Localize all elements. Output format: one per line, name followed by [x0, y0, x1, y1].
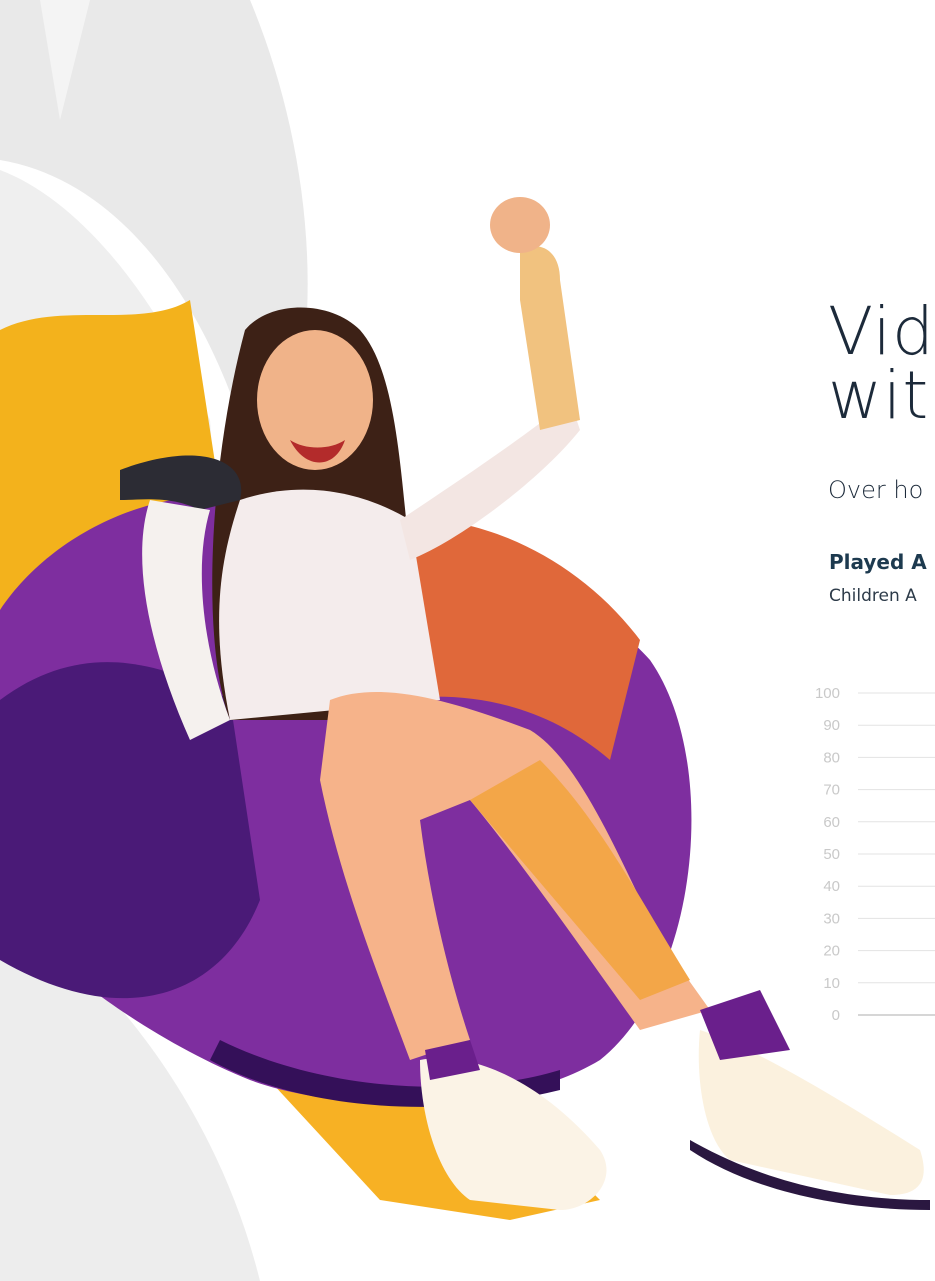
- title-line-1: Vide: [828, 293, 935, 370]
- y-tick-label: 40: [823, 878, 840, 895]
- y-tick-label: 90: [823, 717, 840, 734]
- hero-illustration: [0, 0, 930, 1281]
- title-line-2: with: [828, 357, 935, 434]
- y-tick-label: 80: [823, 749, 840, 766]
- y-tick-label: 50: [823, 846, 840, 863]
- y-tick-label: 0: [832, 1007, 840, 1024]
- page-title: Vide with: [828, 293, 935, 434]
- y-tick-label: 20: [823, 943, 840, 960]
- chart-subtitle: Children A: [829, 586, 917, 606]
- y-tick-label: 10: [823, 975, 840, 992]
- y-tick-label: 60: [823, 814, 840, 831]
- y-tick-label: 70: [823, 782, 840, 799]
- y-tick-label: 100: [815, 685, 840, 702]
- chart-title: Played A: [829, 550, 927, 574]
- bar-chart: 0 10 20 30 40 50 60 70 80 90 100: [815, 685, 935, 1024]
- page-subtitle: Over ho: [828, 476, 924, 504]
- y-tick-label: 30: [823, 910, 840, 927]
